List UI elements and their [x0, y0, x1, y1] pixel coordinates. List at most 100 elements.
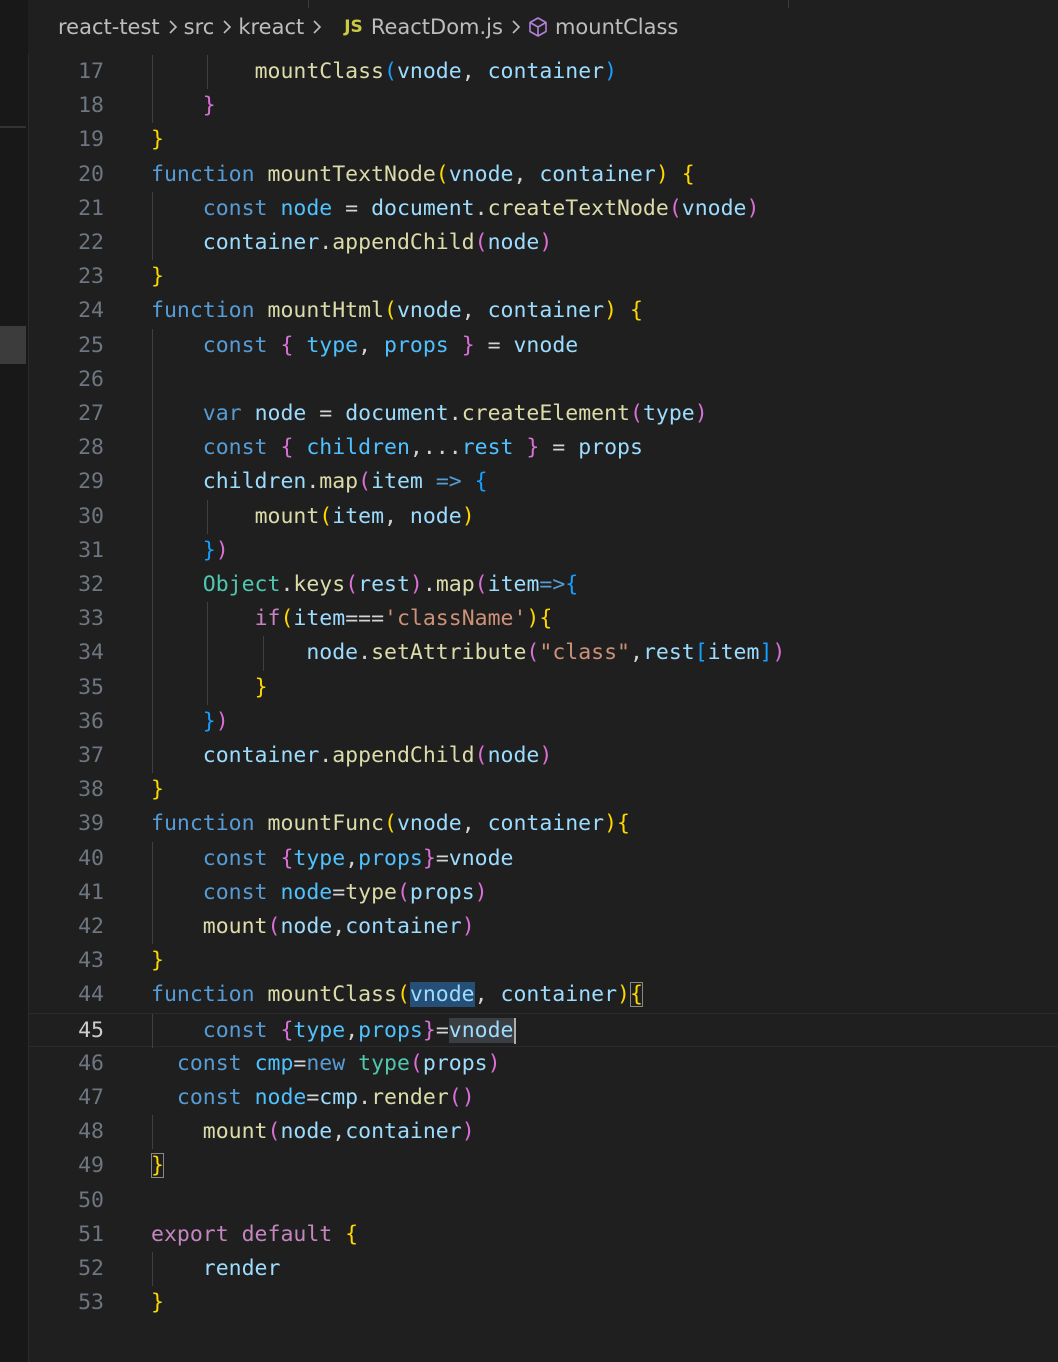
code-token: ( — [526, 640, 540, 666]
code-line[interactable]: 24 function mountHtml(vnode, container) { — [28, 294, 1058, 328]
code-token: ( — [319, 503, 333, 529]
code-token: vnode — [396, 59, 462, 84]
code-text: const {type,props}=vnode — [151, 1014, 516, 1048]
code-token: ) — [539, 743, 553, 768]
code-text: }) — [151, 705, 229, 739]
code-token: . — [319, 230, 333, 255]
code-text: const { children,...rest } = props — [151, 431, 643, 465]
line-number: 49 — [78, 1153, 104, 1179]
code-token: ( — [384, 298, 397, 324]
code-token: node — [487, 230, 540, 255]
line-number: 36 — [78, 708, 104, 734]
code-line[interactable]: 20 function mountTextNode(vnode, containe… — [28, 158, 1058, 192]
line-number: 41 — [78, 879, 104, 905]
code-line[interactable]: 41 const node=type(props) — [28, 875, 1058, 910]
code-token: , — [332, 1119, 346, 1145]
code-token: props — [409, 879, 475, 905]
code-text: const {type,props}=vnode — [151, 842, 514, 876]
code-line[interactable]: 43} — [28, 944, 1058, 978]
code-line[interactable]: 36 }) — [28, 704, 1058, 739]
code-line[interactable]: 32 Object.keys(rest).map(item=>{ — [28, 568, 1058, 603]
code-line[interactable]: 46 const cmp=new type(props) — [28, 1047, 1058, 1081]
breadcrumb: react-test src kreact JS ReactDom.js mou… — [28, 0, 1058, 54]
code-line[interactable]: 25 const { type, props } = vnode — [28, 328, 1058, 363]
code-line[interactable]: 34 node.setAttribute("class",rest[item]) — [28, 636, 1058, 671]
code-token: } — [422, 1017, 436, 1043]
code-line[interactable]: 37 container.appendChild(node) — [28, 739, 1058, 774]
code-line[interactable]: 27 var node = document.createElement(typ… — [28, 397, 1058, 432]
code-token: } — [151, 127, 164, 153]
code-area[interactable]: 17 mountClass(vnode, container) 18 } 19} 20… — [28, 54, 1058, 1362]
code-token: ( — [280, 606, 294, 632]
code-line[interactable]: 18 } — [28, 89, 1058, 124]
line-number: 43 — [78, 948, 104, 974]
code-line[interactable]: 48 mount(node,container) — [28, 1115, 1058, 1150]
code-text: children.map(item => { — [151, 465, 488, 499]
code-token: createElement — [461, 401, 630, 426]
code-line[interactable]: 30 mount(item, node) — [28, 499, 1058, 534]
line-number: 18 — [78, 93, 104, 119]
code-token: rest — [461, 435, 514, 461]
code-token: props — [358, 845, 423, 871]
line-number: 20 — [78, 161, 104, 187]
code-token: . — [319, 743, 333, 768]
code-line[interactable]: 39 function mountFunc(vnode, container){ — [28, 807, 1058, 841]
code-line[interactable]: 28 const { children,...rest } = props — [28, 431, 1058, 466]
code-line[interactable]: 51 export default { — [28, 1218, 1058, 1252]
code-text: container.appendChild(node) — [151, 226, 553, 260]
code-token: container — [487, 811, 605, 837]
code-line[interactable]: 47 const node=cmp.render() — [28, 1081, 1058, 1115]
code-token: ( — [358, 469, 372, 495]
code-line[interactable]: 53} — [28, 1286, 1058, 1320]
breadcrumb-item-project[interactable]: react-test — [58, 15, 160, 39]
breadcrumb-item-src[interactable]: src — [184, 15, 215, 39]
code-line[interactable]: 44 function mountClass(vnode, container){ — [28, 978, 1058, 1012]
code-line[interactable]: 26 — [28, 362, 1058, 397]
code-line[interactable]: 40 const {type,props}=vnode — [28, 841, 1058, 876]
code-token: appendChild — [332, 230, 475, 255]
code-token: ) — [461, 1119, 475, 1145]
breadcrumb-item-symbol[interactable]: mountClass — [555, 15, 678, 39]
code-line[interactable]: 21 const node = document.createTextNode(… — [28, 191, 1058, 226]
code-token: if — [254, 606, 281, 632]
code-token: rest — [358, 572, 410, 597]
breadcrumb-item-kreact[interactable]: kreact — [238, 15, 304, 39]
code-token: ( — [629, 401, 643, 426]
code-line[interactable]: 52 render — [28, 1252, 1058, 1287]
code-token: const — [202, 332, 281, 358]
code-token: container — [487, 59, 605, 84]
code-token: => — [422, 469, 475, 495]
code-token: vnode — [448, 161, 514, 187]
scroll-indicator[interactable] — [0, 326, 26, 364]
code-line[interactable]: 31 }) — [28, 533, 1058, 568]
code-text: mountClass(vnode, container) — [151, 55, 617, 89]
code-line[interactable]: 23} — [28, 260, 1058, 294]
code-token: container — [202, 743, 320, 768]
code-token: type — [293, 1017, 346, 1043]
code-line[interactable]: 19} — [28, 123, 1058, 157]
code-line[interactable]: 33 if(item==='className'){ — [28, 602, 1058, 637]
code-text: var node = document.createElement(type) — [151, 397, 708, 431]
breadcrumb-item-file[interactable]: ReactDom.js — [371, 15, 503, 39]
code-line[interactable]: 35 } — [28, 670, 1058, 705]
code-token: container — [202, 230, 320, 255]
code-token: ( — [448, 1085, 462, 1110]
code-line[interactable]: 29 children.map(item => { — [28, 465, 1058, 500]
code-text: mount(node,container) — [151, 1115, 475, 1149]
code-line[interactable]: 49} — [28, 1149, 1058, 1183]
code-token: mount — [254, 503, 320, 529]
code-line[interactable]: 42 mount(node,container) — [28, 910, 1058, 945]
code-token: container — [500, 982, 618, 1008]
code-token: } — [513, 435, 540, 461]
code-line[interactable]: 38} — [28, 773, 1058, 807]
code-line[interactable]: 45 const {type,props}=vnode — [28, 1012, 1058, 1048]
code-line[interactable]: 50 — [28, 1184, 1058, 1218]
line-number: 42 — [78, 914, 104, 939]
code-token: { — [617, 811, 630, 837]
code-line[interactable]: 22 container.appendChild(node) — [28, 226, 1058, 261]
code-token: , — [474, 982, 501, 1008]
code-token: } — [202, 708, 216, 734]
code-token: node — [254, 401, 307, 426]
code-line[interactable]: 17 mountClass(vnode, container) — [28, 55, 1058, 90]
